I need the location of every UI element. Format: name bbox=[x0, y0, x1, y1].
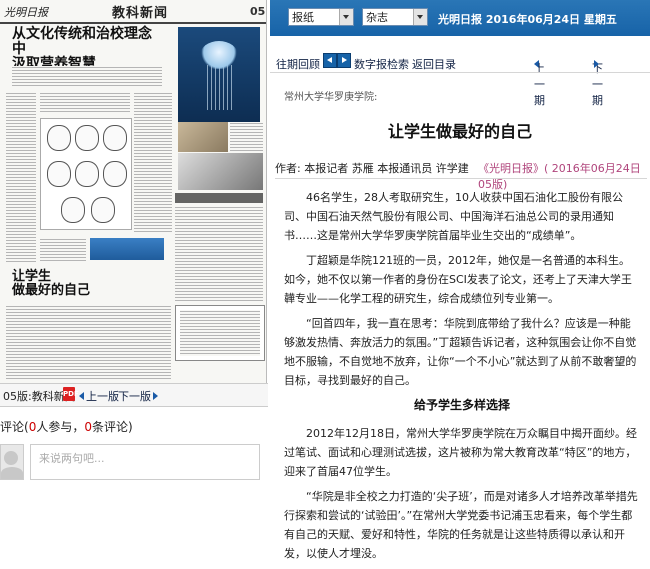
article-body: 46名学生，28人考取研究生，10人收获中国石油化工股份有限公司、中国石油天然气… bbox=[284, 188, 640, 569]
paragraph: 46名学生，28人考取研究生，10人收获中国石油化工股份有限公司、中国石油天然气… bbox=[284, 191, 623, 242]
lead-text-block bbox=[12, 66, 162, 88]
article-byline: 作者: 本报记者 苏雁 本报通讯员 许学建 bbox=[275, 162, 469, 175]
top-toolbar: 报纸 杂志 光明日报 2016年06月24日 星期五 bbox=[270, 0, 650, 36]
column-text-1 bbox=[6, 92, 36, 262]
left-panel: 光明日报 教科新闻 05 从文化传统和治校理念中 汲取营养智慧 让学生 做最好的… bbox=[0, 0, 268, 480]
masthead: 光明日报 bbox=[4, 6, 48, 19]
page-number: 05 bbox=[250, 5, 266, 18]
bottom-article-text bbox=[6, 305, 171, 380]
section-title: 教科新闻 bbox=[112, 6, 169, 21]
photo-small bbox=[178, 122, 228, 152]
triangle-left-icon bbox=[79, 392, 84, 400]
paragraph: “华院是非全校之力打造的‘尖子班’，而是对诸多人才培养改革举措先行探索和尝试的‘… bbox=[284, 490, 638, 560]
byline-divider bbox=[275, 178, 647, 179]
ad-banner bbox=[90, 238, 164, 260]
bottom-headline-line2: 做最好的自己 bbox=[12, 283, 91, 298]
paragraph: “回首四年，我一直在思考：华院到底带给了我什么？应该是一种能够激发热情、奔放活力… bbox=[284, 317, 637, 387]
paper-date-info: 光明日报 2016年06月24日 星期五 bbox=[438, 13, 617, 26]
article-subheading: 给予学生多样选择 bbox=[413, 398, 510, 412]
bottom-headline-line1: 让学生 bbox=[12, 269, 52, 284]
right-column-text bbox=[175, 206, 263, 301]
nav-divider bbox=[270, 72, 650, 73]
bottom-headline[interactable]: 让学生 做最好的自己 bbox=[12, 270, 122, 298]
chevron-down-icon bbox=[339, 9, 353, 25]
right-panel: 报纸 杂志 光明日报 2016年06月24日 星期五 往期回顾 数字报检索 返回… bbox=[270, 0, 650, 560]
jellyfish-photo bbox=[178, 27, 260, 122]
photo-caption-text bbox=[230, 122, 263, 152]
comment-input[interactable]: 来说两句吧... bbox=[30, 444, 260, 480]
comments-section: 评论(0人参与，0条评论) 来说两句吧... bbox=[0, 406, 268, 480]
paragraph: 丁超颖是华院121班的一员，2012年，她仅是一名普通的本科生。如今，她不仅以第… bbox=[284, 254, 632, 305]
chevron-down-icon bbox=[413, 9, 427, 25]
article-kicker: 常州大学华罗庚学院: bbox=[284, 92, 378, 103]
column-text-3 bbox=[40, 92, 130, 114]
newspaper-page-thumbnail[interactable]: 光明日报 教科新闻 05 从文化传统和治校理念中 汲取营养智慧 让学生 做最好的… bbox=[0, 0, 267, 383]
back-issues-link[interactable]: 往期回顾 bbox=[276, 56, 320, 72]
return-catalog-link[interactable]: 返回目录 bbox=[412, 56, 456, 72]
next-arrow-icon[interactable] bbox=[337, 53, 351, 68]
newspaper-select[interactable]: 报纸 bbox=[288, 8, 354, 26]
magazine-select[interactable]: 杂志 bbox=[362, 8, 428, 26]
portrait-illustrations bbox=[40, 118, 132, 230]
triangle-right-icon bbox=[153, 392, 158, 400]
paragraph: 2012年12月18日，常州大学华罗庚学院在万众瞩目中揭开面纱。经过笔试、面试和… bbox=[284, 427, 637, 478]
masthead-rule bbox=[0, 22, 266, 24]
middle-headline bbox=[175, 193, 263, 203]
navigation-bar: 往期回顾 数字报检索 返回目录 上一期 下一期 bbox=[270, 52, 650, 107]
page-nav-bar: 05版:教科新闻 PDF 上一版 下一版 bbox=[0, 383, 268, 407]
prev-arrow-icon[interactable] bbox=[323, 53, 337, 68]
info-box bbox=[175, 305, 265, 361]
next-page-link[interactable]: 下一版 bbox=[118, 388, 158, 404]
article-title: 让学生做最好的自己 bbox=[387, 122, 532, 141]
avatar bbox=[0, 444, 24, 480]
comments-title: 评论(0人参与，0条评论) bbox=[0, 420, 133, 434]
prev-page-link[interactable]: 上一版 bbox=[79, 388, 119, 404]
digital-search-link[interactable]: 数字报检索 bbox=[354, 56, 409, 72]
triangle-right-icon bbox=[594, 60, 599, 68]
photo-lab bbox=[178, 153, 263, 190]
text-near-banner bbox=[40, 238, 86, 262]
lead-headline-line1: 从文化传统和治校理念中 bbox=[12, 26, 152, 57]
column-text-2 bbox=[134, 92, 172, 232]
pdf-icon[interactable]: PDF bbox=[63, 387, 79, 401]
